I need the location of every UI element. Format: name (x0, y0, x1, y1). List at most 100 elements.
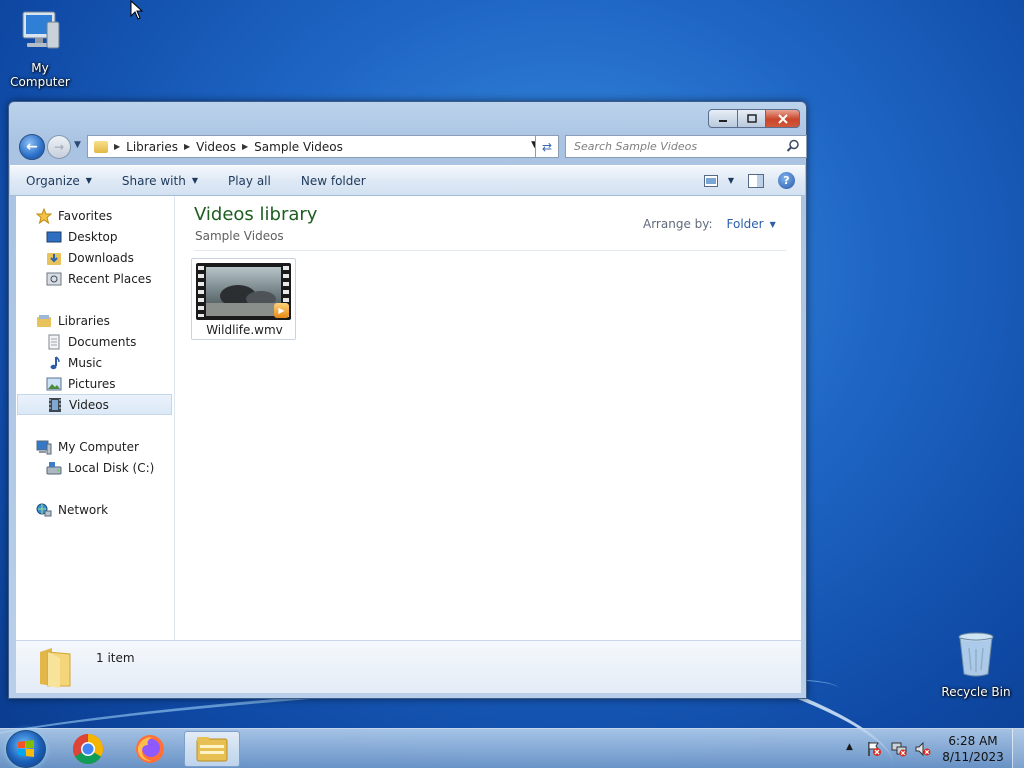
help-icon[interactable]: ? (778, 172, 795, 189)
taskbar-explorer[interactable] (184, 731, 240, 767)
windows-logo-icon (18, 740, 34, 757)
refresh-button[interactable]: ⇄ (535, 135, 559, 158)
chevron-down-icon: ▼ (727, 176, 734, 185)
view-controls: ▼ ? (703, 172, 795, 189)
play-all-label: Play all (227, 173, 271, 188)
system-clock[interactable]: 6:28 AM 8/11/2023 (938, 733, 1008, 765)
desktop-icon-my-computer[interactable]: My Computer (0, 8, 80, 89)
play-all-button[interactable]: Play all (228, 174, 271, 188)
star-icon (36, 207, 52, 224)
arrow-left-icon: ← (26, 139, 38, 155)
search-icon[interactable] (786, 139, 800, 153)
nav-item-label: Documents (68, 334, 137, 349)
show-hidden-icons-button[interactable]: ▲ (846, 742, 853, 752)
nav-item-label: Libraries (58, 313, 110, 328)
breadcrumb-videos[interactable]: Videos (196, 140, 236, 154)
recent-places-icon (46, 271, 62, 287)
explorer-folder-icon (196, 737, 228, 762)
network-icon (36, 502, 52, 518)
action-center-icon[interactable] (866, 741, 882, 757)
minimize-button[interactable] (708, 109, 738, 128)
nav-item-label: Videos (69, 397, 109, 412)
chevron-right-icon[interactable]: ▶ (114, 142, 120, 151)
folder-icon (38, 646, 74, 691)
restore-button[interactable] (738, 109, 766, 128)
taskbar-firefox[interactable] (122, 731, 178, 767)
computer-icon (0, 8, 80, 57)
nav-item-libraries[interactable]: Libraries (36, 310, 193, 331)
nav-item-my-computer[interactable]: My Computer (36, 436, 193, 457)
share-with-button[interactable]: Share with ▼ (122, 174, 198, 188)
content-area: Favorites Desktop Downloads Recent Place… (16, 196, 801, 640)
computer-icon (36, 439, 52, 455)
close-button[interactable] (766, 109, 800, 128)
chevron-down-icon: ▼ (769, 219, 776, 229)
nav-item-label: Desktop (68, 229, 118, 244)
window-caption-buttons (708, 109, 800, 128)
navigation-bar: ← → ▼ ▶ Libraries ▶ Videos ▶ Sample Vide… (17, 134, 807, 160)
address-bar[interactable]: ▶ Libraries ▶ Videos ▶ Sample Videos ▼ (87, 135, 543, 158)
clock-date: 8/11/2023 (942, 750, 1004, 764)
chevron-right-icon[interactable]: ▶ (184, 142, 190, 151)
back-button[interactable]: ← (19, 134, 45, 160)
forward-button[interactable]: → (47, 135, 71, 159)
desktop-icon-label: Recycle Bin (941, 685, 1011, 699)
arrow-right-icon: → (53, 140, 65, 154)
recent-pages-dropdown[interactable]: ▼ (74, 140, 81, 150)
start-button[interactable] (6, 730, 46, 768)
network-status-icon[interactable] (891, 741, 907, 757)
search-input[interactable] (574, 140, 774, 153)
view-icon (703, 174, 718, 187)
libraries-icon (36, 313, 52, 329)
recycle-bin-icon (936, 630, 1016, 681)
nav-item-label: Favorites (58, 208, 113, 223)
breadcrumb-sample-videos[interactable]: Sample Videos (254, 140, 343, 154)
header-divider (194, 250, 786, 251)
clock-time: 6:28 AM (948, 734, 998, 748)
play-icon: ▶ (274, 303, 289, 318)
breadcrumb-libraries[interactable]: Libraries (126, 140, 178, 154)
file-list-pane: Videos library Sample Videos Arrange by:… (176, 196, 801, 640)
nav-item-label: Music (68, 355, 103, 370)
hard-drive-icon (46, 460, 62, 476)
arrange-by-dropdown[interactable]: Folder ▼ (727, 217, 776, 231)
navigation-pane: Favorites Desktop Downloads Recent Place… (16, 196, 175, 640)
nav-item-label: Local Disk (C:) (68, 460, 155, 475)
library-subtitle: Sample Videos (195, 229, 284, 243)
videos-icon (47, 397, 63, 413)
search-box[interactable] (565, 135, 807, 158)
arrange-by-value: Folder (726, 217, 764, 231)
folder-icon (94, 140, 108, 153)
new-folder-label: New folder (300, 173, 366, 188)
arrange-by: Arrange by: Folder ▼ (643, 217, 776, 231)
nav-item-network[interactable]: Network (36, 499, 193, 520)
close-icon (777, 113, 788, 124)
library-title: Videos library (194, 204, 318, 225)
taskbar-chrome[interactable] (60, 731, 116, 767)
item-count: 1 item (96, 651, 135, 665)
new-folder-button[interactable]: New folder (301, 174, 366, 188)
share-with-label: Share with (121, 173, 186, 188)
details-pane: 1 item (16, 640, 801, 693)
desktop-icon-label: My Computer (10, 61, 70, 89)
chevron-down-icon: ▼ (191, 176, 198, 185)
nav-item-favorites[interactable]: Favorites (36, 205, 193, 226)
arrange-by-label: Arrange by: (643, 217, 713, 231)
pictures-icon (46, 376, 62, 392)
refresh-icon: ⇄ (541, 139, 553, 154)
preview-pane-icon[interactable] (748, 173, 764, 188)
nav-item-videos[interactable]: Videos (17, 394, 172, 415)
volume-muted-icon[interactable] (915, 741, 931, 757)
desktop-icon-recycle-bin[interactable]: Recycle Bin (936, 630, 1016, 699)
taskbar: ▲ 6:28 AM 8/11/2023 (0, 728, 1024, 768)
chevron-right-icon[interactable]: ▶ (242, 142, 248, 151)
organize-button[interactable]: Organize ▼ (26, 174, 92, 188)
change-view-button[interactable]: ▼ (703, 174, 734, 187)
file-item-wildlife[interactable]: ▶ Wildlife.wmv (191, 258, 296, 340)
explorer-window: ← → ▼ ▶ Libraries ▶ Videos ▶ Sample Vide… (8, 101, 807, 699)
show-desktop-button[interactable] (1012, 729, 1024, 768)
nav-item-label: Pictures (68, 376, 116, 391)
chrome-icon (72, 734, 104, 765)
documents-icon (46, 334, 62, 350)
file-name: Wildlife.wmv (206, 323, 283, 337)
